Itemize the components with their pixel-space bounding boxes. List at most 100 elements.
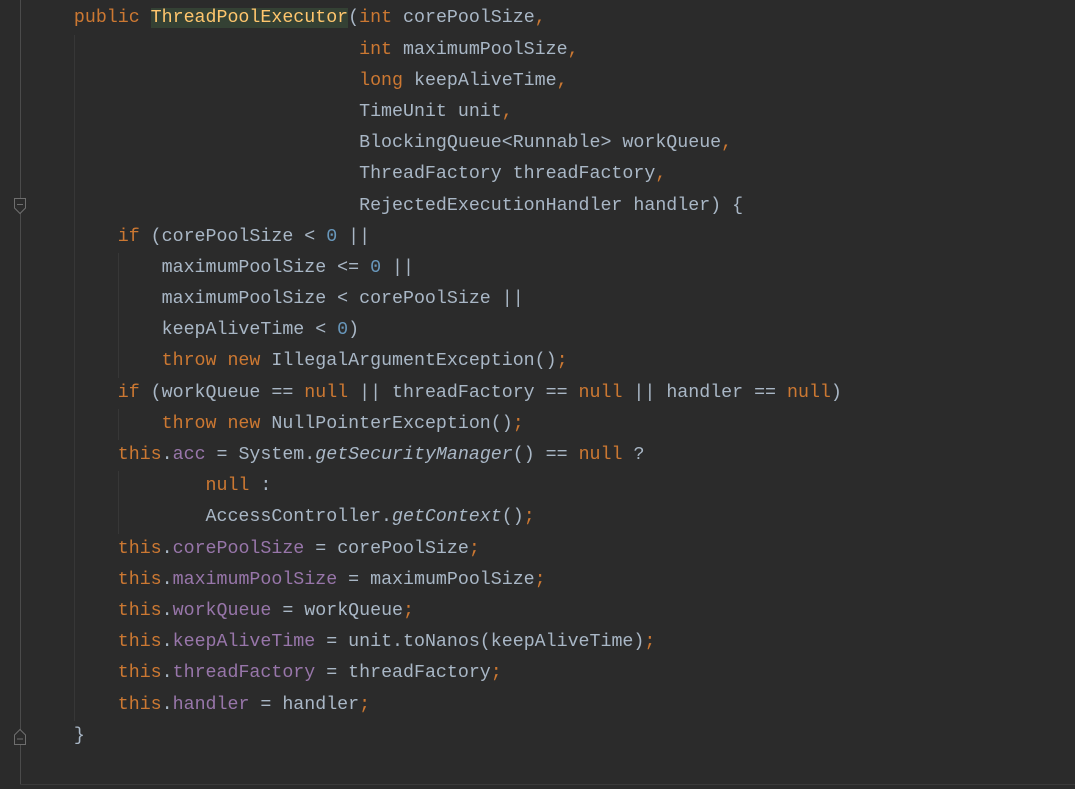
- code-line[interactable]: BlockingQueue<Runnable> workQueue,: [30, 128, 842, 159]
- code-token: () ==: [512, 445, 579, 466]
- code-token: ,: [501, 101, 513, 122]
- code-token: corePoolSize: [403, 8, 535, 29]
- code-token: 0: [370, 257, 382, 278]
- code-token: = corePoolSize: [304, 538, 469, 559]
- code-token: if: [117, 382, 151, 403]
- code-token: RejectedExecutionHandler handler) {: [359, 195, 744, 216]
- code-line[interactable]: throw new IllegalArgumentException();: [30, 346, 842, 377]
- code-token: long: [359, 70, 414, 91]
- code-token: maximumPoolSize < corePoolSize ||: [161, 289, 524, 310]
- code-token: null: [578, 382, 623, 403]
- code-token: maximumPoolSize: [172, 569, 338, 590]
- code-line[interactable]: this.maximumPoolSize = maximumPoolSize;: [30, 565, 842, 596]
- code-token: ?: [622, 445, 645, 466]
- code-token: getContext: [392, 507, 502, 528]
- code-token: threadFactory: [172, 663, 316, 684]
- code-line[interactable]: maximumPoolSize <= 0 ||: [30, 253, 842, 284]
- code-line[interactable]: int maximumPoolSize,: [30, 35, 842, 66]
- code-token: ;: [490, 663, 502, 684]
- code-line[interactable]: }: [30, 721, 842, 752]
- code-token: this: [117, 632, 162, 653]
- code-token: (: [348, 8, 360, 29]
- code-line[interactable]: maximumPoolSize < corePoolSize ||: [30, 284, 842, 315]
- code-token: 0: [337, 320, 349, 341]
- code-line[interactable]: throw new NullPointerException();: [30, 409, 842, 440]
- code-editor[interactable]: public ThreadPoolExecutor(int corePoolSi…: [0, 0, 1075, 789]
- code-token: ;: [468, 538, 480, 559]
- code-token: ;: [403, 600, 415, 621]
- code-token: ;: [359, 694, 371, 715]
- code-token: if: [117, 226, 151, 247]
- code-token: ;: [644, 632, 656, 653]
- code-line[interactable]: AccessController.getContext();: [30, 502, 842, 533]
- code-token: .: [161, 632, 173, 653]
- code-token: BlockingQueue<Runnable> workQueue: [359, 133, 722, 154]
- code-token: 0: [326, 226, 338, 247]
- code-line[interactable]: this.corePoolSize = corePoolSize;: [30, 534, 842, 565]
- code-token: null: [578, 445, 623, 466]
- fold-end-icon[interactable]: [11, 728, 29, 746]
- code-token: ,: [567, 39, 579, 60]
- code-token: IllegalArgumentException(): [271, 351, 557, 372]
- highlighted-identifier: ThreadPoolExecutor: [150, 8, 349, 29]
- code-token: keepAliveTime <: [161, 320, 338, 341]
- code-token: maximumPoolSize <=: [161, 257, 371, 278]
- code-token: ): [830, 382, 842, 403]
- fold-start-icon[interactable]: [11, 197, 29, 215]
- code-token: .: [161, 569, 173, 590]
- code-token: || handler ==: [622, 382, 787, 403]
- code-token: .: [161, 663, 173, 684]
- editor-bottom-edge: [20, 784, 1075, 785]
- code-line[interactable]: ThreadFactory threadFactory,: [30, 159, 842, 190]
- code-token: ;: [512, 413, 524, 434]
- code-token: AccessController.: [205, 507, 393, 528]
- code-line[interactable]: RejectedExecutionHandler handler) {: [30, 191, 842, 222]
- code-token: public: [73, 8, 151, 29]
- code-token: ;: [523, 507, 535, 528]
- code-line[interactable]: keepAliveTime < 0): [30, 315, 842, 346]
- code-line[interactable]: long keepAliveTime,: [30, 66, 842, 97]
- code-token: .: [161, 600, 173, 621]
- code-token: ThreadFactory threadFactory: [359, 164, 656, 185]
- code-token: corePoolSize: [172, 538, 305, 559]
- code-token: keepAliveTime: [172, 632, 316, 653]
- code-token: int: [359, 8, 404, 29]
- code-token: throw new: [161, 413, 272, 434]
- code-token: NullPointerException(): [271, 413, 513, 434]
- code-token: (corePoolSize <: [150, 226, 327, 247]
- code-token: = threadFactory: [315, 663, 491, 684]
- gutter-separator: [20, 0, 21, 784]
- code-line[interactable]: if (workQueue == null || threadFactory =…: [30, 378, 842, 409]
- code-area[interactable]: public ThreadPoolExecutor(int corePoolSi…: [30, 3, 842, 752]
- code-line[interactable]: this.keepAliveTime = unit.toNanos(keepAl…: [30, 627, 842, 658]
- code-token: this: [117, 445, 162, 466]
- code-token: getSecurityManager: [315, 445, 513, 466]
- code-token: = workQueue: [271, 600, 404, 621]
- code-token: acc: [172, 445, 206, 466]
- code-line[interactable]: this.threadFactory = threadFactory;: [30, 658, 842, 689]
- code-token: ||: [381, 257, 414, 278]
- code-token: null: [304, 382, 349, 403]
- code-token: this: [117, 663, 162, 684]
- code-token: null: [205, 476, 250, 497]
- code-token: ): [348, 320, 360, 341]
- code-token: .: [161, 445, 173, 466]
- code-token: TimeUnit unit: [359, 101, 502, 122]
- code-token: ||: [337, 226, 371, 247]
- code-line[interactable]: if (corePoolSize < 0 ||: [30, 222, 842, 253]
- code-line[interactable]: this.acc = System.getSecurityManager() =…: [30, 440, 842, 471]
- code-line[interactable]: TimeUnit unit,: [30, 97, 842, 128]
- code-token: = System.: [205, 445, 316, 466]
- code-line[interactable]: null :: [30, 471, 842, 502]
- editor-gutter[interactable]: [0, 0, 20, 789]
- code-token: ,: [556, 70, 568, 91]
- code-token: this: [117, 538, 162, 559]
- code-token: .: [161, 694, 173, 715]
- code-line[interactable]: public ThreadPoolExecutor(int corePoolSi…: [30, 3, 842, 34]
- code-token: (): [501, 507, 524, 528]
- code-token: this: [117, 569, 162, 590]
- code-line[interactable]: this.handler = handler;: [30, 690, 842, 721]
- code-token: this: [117, 600, 162, 621]
- code-line[interactable]: this.workQueue = workQueue;: [30, 596, 842, 627]
- code-token: throw new: [161, 351, 272, 372]
